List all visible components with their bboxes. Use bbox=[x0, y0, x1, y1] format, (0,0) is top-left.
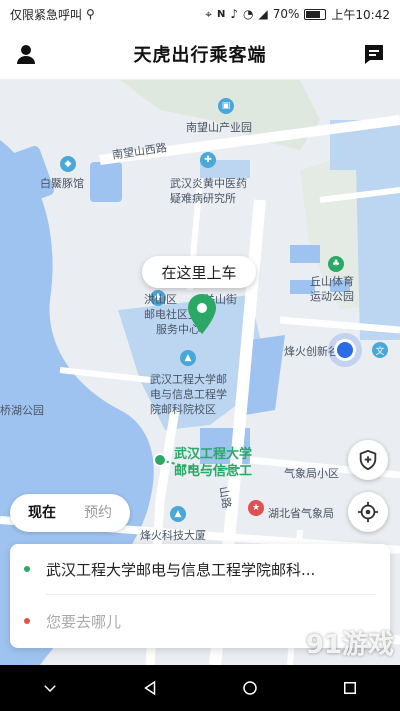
origin-text: 武汉工程大学邮电与信息工程学院邮科... bbox=[46, 560, 316, 579]
signal-icon: ◢ bbox=[258, 7, 268, 21]
battery-percent: 70% bbox=[272, 7, 300, 21]
current-location-label: 武汉工程大学 bbox=[174, 447, 253, 462]
origin-dot-icon bbox=[24, 566, 30, 572]
carrier-text: 仅限紧急呼叫 bbox=[10, 7, 83, 22]
status-bar: 仅限紧急呼叫 ⚲ ⌖ N ♪ ◔ ◢ 70% 上午10:42 bbox=[0, 0, 400, 28]
profile-button[interactable] bbox=[14, 42, 38, 66]
card-divider bbox=[46, 594, 376, 595]
map-label: 湖北省气象局 bbox=[268, 507, 334, 520]
medical-poi-icon: ✚ bbox=[200, 152, 216, 168]
current-location-label: 邮电与信息工 bbox=[174, 464, 253, 479]
usb-icon: ⚲ bbox=[86, 7, 95, 21]
map-label: 疑难病研究所 bbox=[170, 192, 236, 205]
culture-poi-icon: 文 bbox=[372, 342, 388, 358]
map-label: 武汉炎黄中医药 bbox=[170, 177, 247, 190]
app-header: 天虎出行乘客端 bbox=[0, 28, 400, 80]
toggle-reserve[interactable]: 预约 bbox=[70, 498, 126, 528]
home-circle-icon bbox=[243, 681, 257, 695]
map-label: 电与信息工程学 bbox=[150, 388, 227, 401]
map-label: 桥湖公园 bbox=[0, 404, 44, 417]
safety-button[interactable] bbox=[348, 440, 388, 480]
map-label: 武汉工程大学邮 bbox=[150, 373, 227, 386]
toggle-now[interactable]: 现在 bbox=[14, 498, 70, 528]
map-label: 烽火创新谷 bbox=[284, 345, 339, 358]
museum-poi-icon: ◆ bbox=[60, 156, 76, 172]
park-poi-icon: ♣ bbox=[328, 256, 344, 272]
map-label: 运动公园 bbox=[310, 290, 354, 303]
user-location-dot bbox=[334, 339, 356, 361]
collapse-button[interactable] bbox=[30, 668, 70, 708]
wifi-icon: ◔ bbox=[243, 7, 254, 21]
messages-button[interactable] bbox=[362, 42, 386, 66]
nfc-icon: N bbox=[216, 8, 226, 20]
chevron-down-icon bbox=[44, 685, 56, 693]
education-poi-icon: ▲ bbox=[170, 506, 186, 522]
location-icon: ⌖ bbox=[205, 6, 212, 21]
recents-button[interactable] bbox=[330, 668, 370, 708]
home-button[interactable] bbox=[230, 668, 270, 708]
map-label: 白鱀豚馆 bbox=[40, 177, 84, 190]
system-nav-bar bbox=[0, 665, 400, 711]
map-label: 丘山体育 bbox=[310, 275, 354, 288]
map-label: 洪山区 bbox=[144, 293, 177, 306]
message-icon bbox=[365, 45, 383, 64]
ride-time-toggle: 现在 预约 bbox=[10, 494, 130, 532]
destination-input[interactable]: 您要去哪儿 bbox=[46, 611, 121, 632]
building-poi-icon: ▣ bbox=[218, 98, 234, 114]
page-title: 天虎出行乘客端 bbox=[133, 44, 267, 66]
destination-dot-icon bbox=[24, 618, 30, 624]
school-poi-icon: ▲ bbox=[180, 350, 196, 366]
user-icon bbox=[17, 45, 35, 64]
map-label: 烽火科技大厦 bbox=[140, 529, 206, 542]
watermark-logo: 91游戏 bbox=[305, 630, 394, 660]
back-triangle-icon bbox=[144, 680, 156, 696]
government-poi-icon: ★ bbox=[248, 500, 264, 516]
clock: 上午10:42 bbox=[331, 7, 390, 22]
battery-icon bbox=[304, 8, 327, 20]
crosshair-icon bbox=[357, 501, 379, 523]
map-label: 南望山产业园 bbox=[186, 121, 252, 134]
origin-row[interactable]: 武汉工程大学邮电与信息工程学院邮科... bbox=[10, 544, 390, 594]
map-view[interactable]: ▣ ✚ ◆ ▲ ✚ ♣ 文 ★ ▲ 南望山产业园 南望山西路 白鱀豚馆 武汉炎黄… bbox=[0, 80, 400, 665]
locate-button[interactable] bbox=[348, 492, 388, 532]
pickup-bubble[interactable]: 在这里上车 bbox=[142, 256, 256, 288]
back-button[interactable] bbox=[130, 668, 170, 708]
map-label: 气象局小区 bbox=[284, 467, 339, 480]
recents-square-icon bbox=[344, 682, 356, 694]
shield-icon bbox=[359, 449, 377, 471]
map-label: 院邮科院校区 bbox=[150, 403, 216, 416]
mute-icon: ♪ bbox=[230, 7, 239, 21]
pickup-pin-icon bbox=[188, 294, 216, 334]
